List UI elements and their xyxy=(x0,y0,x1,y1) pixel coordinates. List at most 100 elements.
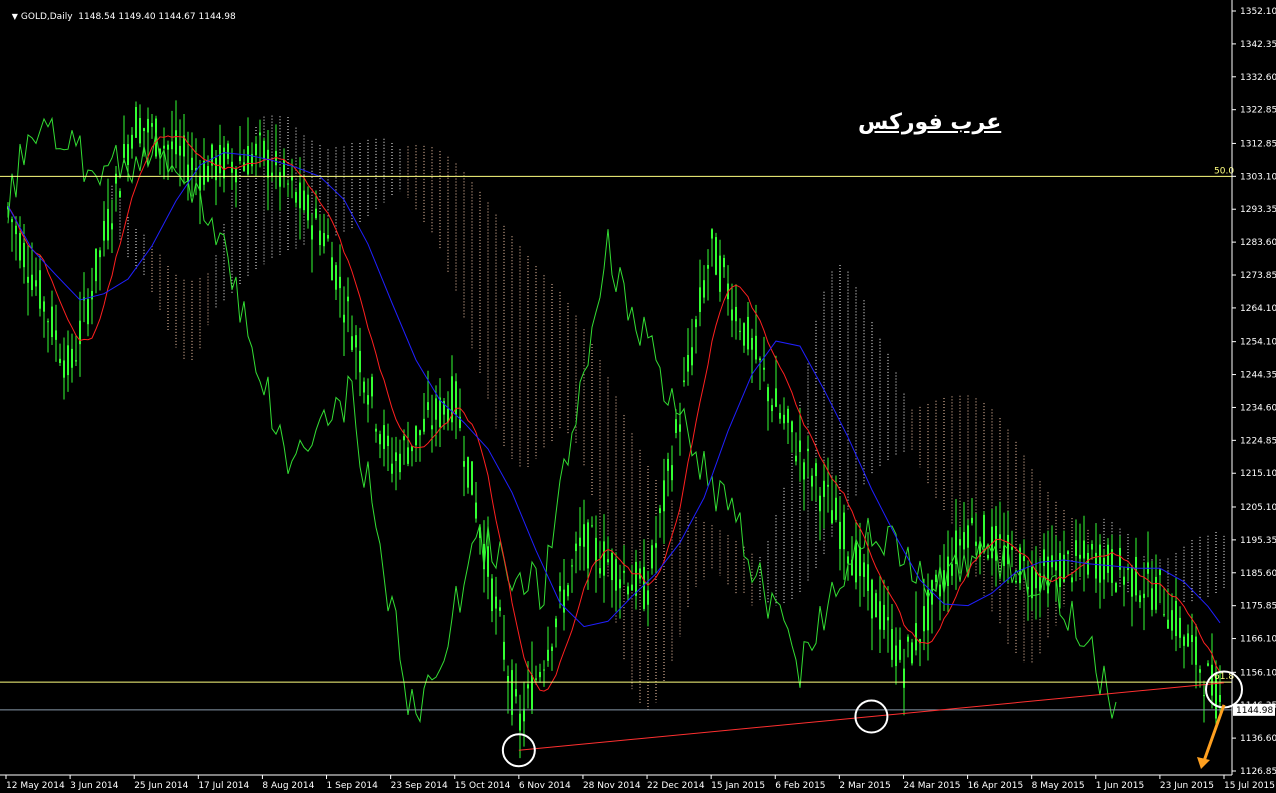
chevron-down-icon[interactable]: ▼ xyxy=(12,12,18,21)
candle-body xyxy=(111,223,113,230)
candle-body xyxy=(331,257,333,281)
time-tick-label: 1 Jun 2015 xyxy=(1096,781,1144,791)
chart-background xyxy=(0,0,1276,793)
candle-body xyxy=(135,106,137,138)
candle-body xyxy=(527,684,529,689)
candle-body xyxy=(619,579,621,589)
candle-body xyxy=(19,233,21,261)
candle-body xyxy=(555,618,557,628)
time-tick-label: 1 Sep 2014 xyxy=(327,781,379,791)
candle-body xyxy=(783,414,785,424)
candle-body xyxy=(15,225,17,235)
candle-body xyxy=(55,330,57,340)
candle-body xyxy=(687,355,689,372)
candle-body xyxy=(975,541,977,546)
symbol-name: GOLD,Daily xyxy=(20,12,73,22)
candle-body xyxy=(371,376,373,397)
candle-body xyxy=(315,208,317,219)
candle-body xyxy=(291,176,293,181)
candle-body xyxy=(1207,663,1209,666)
candle-body xyxy=(467,457,469,488)
time-tick-label: 6 Feb 2015 xyxy=(775,781,825,791)
candle-body xyxy=(287,183,289,185)
candle-body xyxy=(843,512,845,550)
candle-body xyxy=(791,421,793,433)
candle-body xyxy=(547,649,549,661)
candle-body xyxy=(387,435,389,447)
price-tick-label: 1293.35 xyxy=(1240,205,1276,215)
candle-body xyxy=(303,190,305,211)
candle-body xyxy=(719,255,721,292)
candle-body xyxy=(59,358,61,363)
candle-body xyxy=(599,568,601,574)
candle-body xyxy=(1211,664,1213,696)
candle-body xyxy=(963,532,965,550)
time-tick-label: 8 Aug 2014 xyxy=(262,781,314,791)
candle-body xyxy=(715,237,717,275)
candle-body xyxy=(1079,554,1081,559)
candle-body xyxy=(95,248,97,282)
candle-body xyxy=(35,280,37,287)
candle-body xyxy=(63,360,65,378)
candle-body xyxy=(263,140,265,160)
candle-body xyxy=(923,606,925,632)
candle-body xyxy=(1159,569,1161,576)
candle-body xyxy=(755,335,757,360)
candle-body xyxy=(147,118,149,133)
candle-body xyxy=(67,345,69,376)
candle-body xyxy=(951,564,953,576)
candle-body xyxy=(363,381,365,393)
candle-body xyxy=(339,276,341,289)
candle-body xyxy=(959,539,961,546)
candle-body xyxy=(887,617,889,621)
price-tick-label: 1254.10 xyxy=(1240,338,1276,348)
candle-body xyxy=(419,430,421,436)
candle-body xyxy=(891,629,893,660)
candle-body xyxy=(399,453,401,473)
candle-body xyxy=(883,604,885,630)
candle-body xyxy=(219,144,221,174)
candle-body xyxy=(1179,617,1181,638)
candle-body xyxy=(747,316,749,350)
candle-body xyxy=(1071,577,1073,583)
candle-body xyxy=(307,194,309,221)
candle-body xyxy=(259,132,261,136)
candle-body xyxy=(163,145,165,149)
candle-body xyxy=(899,639,901,660)
candle-body xyxy=(1115,583,1117,592)
price-chart[interactable]: 50.0 61.8 1352.101342.351332.601322.8513… xyxy=(0,0,1276,793)
price-tick-label: 1185.60 xyxy=(1240,569,1276,579)
candle-body xyxy=(31,274,33,290)
candle-body xyxy=(27,276,29,283)
candle-body xyxy=(279,172,281,187)
candle-body xyxy=(1067,551,1069,555)
candle-body xyxy=(403,436,405,441)
candle-body xyxy=(831,510,833,524)
candle-body xyxy=(427,402,429,411)
candle-body xyxy=(763,367,765,370)
candle-body xyxy=(679,424,681,432)
candle-body xyxy=(75,360,77,362)
candle-body xyxy=(247,146,249,175)
candle-body xyxy=(423,418,425,432)
candle-body xyxy=(47,321,49,323)
candle-body xyxy=(535,678,537,680)
candle-body xyxy=(967,525,969,548)
candle-body xyxy=(391,463,393,474)
candle-body xyxy=(507,675,509,683)
candle-body xyxy=(903,668,905,688)
candle-body xyxy=(463,461,465,467)
candle-body xyxy=(475,502,477,519)
candle-body xyxy=(691,347,693,366)
candle-body xyxy=(395,452,397,462)
candle-body xyxy=(1099,544,1101,583)
time-tick-label: 25 Jun 2014 xyxy=(134,781,188,791)
time-tick-label: 15 Oct 2014 xyxy=(455,781,511,791)
fib-50-label: 50.0 xyxy=(1214,166,1234,176)
candle-body xyxy=(243,162,245,171)
price-tick-label: 1264.10 xyxy=(1240,304,1276,314)
candle-body xyxy=(591,525,593,527)
candle-body xyxy=(367,395,369,405)
candle-body xyxy=(699,287,701,312)
candle-body xyxy=(1191,635,1193,642)
